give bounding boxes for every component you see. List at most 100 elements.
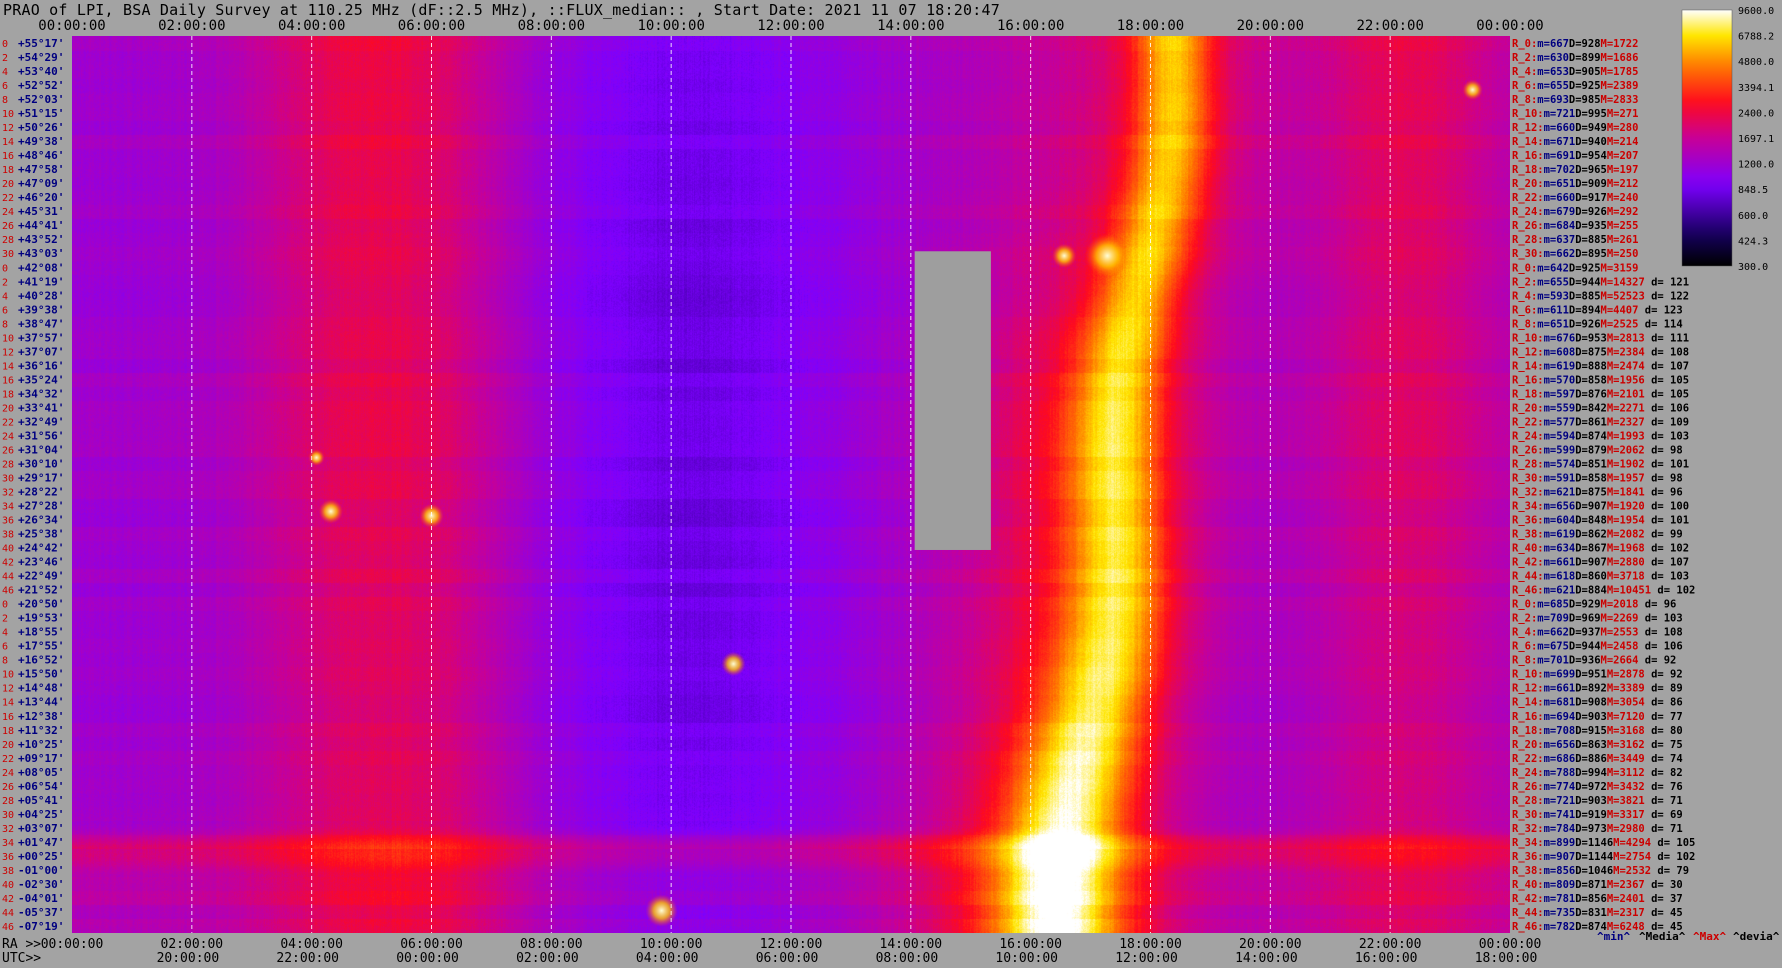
beam-stats-row: R_22:m=577D=861M=2327 d= 109 xyxy=(1512,416,1689,428)
declination-label: +51°15' xyxy=(18,107,64,120)
declination-label: +32°49' xyxy=(18,415,64,428)
beam-stats-row: R_38:m=619D=862M=2082 d= 99 xyxy=(1512,529,1683,541)
x-top-tick-label: 18:00:00 xyxy=(1117,18,1184,34)
beam-number: 24 xyxy=(2,207,14,218)
beam-stats-row: R_14:m=619D=888M=2474 d= 107 xyxy=(1512,360,1689,372)
colorbar-tick-label: 424.3 xyxy=(1738,236,1768,247)
x-top-tick-label: 00:00:00 xyxy=(1476,18,1543,34)
beam-number: 16 xyxy=(2,151,14,162)
beam-stats-row: R_6:m=675D=944M=2458 d= 106 xyxy=(1512,641,1683,653)
beam-stats-row: R_22:m=686D=886M=3449 d= 74 xyxy=(1512,753,1683,765)
declination-label: +10°25' xyxy=(18,738,64,751)
beam-number: 18 xyxy=(2,726,14,737)
x-top-tick-label: 04:00:00 xyxy=(278,18,345,34)
colorbar-tick-label: 4800.0 xyxy=(1738,57,1774,68)
x-top-tick-label: 02:00:00 xyxy=(158,18,225,34)
declination-label: +01°47' xyxy=(18,836,64,849)
colorbar-tick-label: 600.0 xyxy=(1738,211,1768,222)
beam-stats-row: R_34:m=656D=907M=1920 d= 100 xyxy=(1512,501,1689,513)
x-top-tick-label: 16:00:00 xyxy=(997,18,1064,34)
stats-legend-item: ^Media^ xyxy=(1639,930,1686,943)
beam-number: 16 xyxy=(2,712,14,723)
beam-stats-row: R_32:m=784D=973M=2980 d= 71 xyxy=(1512,823,1683,835)
beam-number: 0 xyxy=(2,263,8,274)
beam-stats-row: R_10:m=699D=951M=2878 d= 92 xyxy=(1512,669,1683,681)
ra-tick-label: 00:00:00 xyxy=(1479,937,1542,952)
utc-tick-label: 02:00:00 xyxy=(516,951,579,966)
declination-label: +44°41' xyxy=(18,219,64,232)
ra-tick-label: 22:00:00 xyxy=(1359,937,1422,952)
beam-number: 14 xyxy=(2,698,14,709)
declination-label: +17°55' xyxy=(18,640,64,653)
beam-stats-row: R_6:m=655D=925M=2389 xyxy=(1512,80,1638,92)
colorbar-tick-label: 300.0 xyxy=(1738,262,1768,273)
x-top-tick-label: 10:00:00 xyxy=(637,18,704,34)
beam-number: 42 xyxy=(2,894,14,905)
beam-stats-row: R_22:m=660D=917M=240 xyxy=(1512,192,1638,204)
beam-number: 28 xyxy=(2,235,14,246)
beam-stats-row: R_4:m=653D=905M=1785 xyxy=(1512,66,1638,78)
stats-legend-item: ^Max^ xyxy=(1693,930,1726,943)
beam-stats-row: R_30:m=741D=919M=3317 d= 69 xyxy=(1512,809,1683,821)
beam-number: 36 xyxy=(2,852,14,863)
declination-label: +04°25' xyxy=(18,808,64,821)
beam-stats-row: R_24:m=594D=874M=1993 d= 103 xyxy=(1512,430,1689,442)
beam-stats-row: R_16:m=694D=903M=7120 d= 77 xyxy=(1512,711,1683,723)
beam-stats-row: R_26:m=774D=972M=3432 d= 76 xyxy=(1512,781,1683,793)
beam-number: 32 xyxy=(2,824,14,835)
colorbar-tick-label: 2400.0 xyxy=(1738,108,1774,119)
beam-number: 22 xyxy=(2,193,14,204)
beam-number: 0 xyxy=(2,600,8,611)
beam-number: 4 xyxy=(2,291,8,302)
declination-label: +38°47' xyxy=(18,317,64,330)
declination-label: +42°08' xyxy=(18,261,64,274)
beam-stats-row: R_26:m=684D=935M=255 xyxy=(1512,220,1638,232)
beam-stats-row: R_2:m=709D=969M=2269 d= 103 xyxy=(1512,613,1683,625)
declination-label: +52°52' xyxy=(18,79,64,92)
beam-stats-row: R_42:m=661D=907M=2880 d= 107 xyxy=(1512,557,1689,569)
beam-number: 2 xyxy=(2,614,8,625)
beam-stats-row: R_40:m=634D=867M=1968 d= 102 xyxy=(1512,543,1689,555)
beam-number: 20 xyxy=(2,740,14,751)
x-top-tick-label: 14:00:00 xyxy=(877,18,944,34)
beam-number: 2 xyxy=(2,277,8,288)
colorbar-tick-label: 6788.2 xyxy=(1738,32,1774,43)
beam-number: 6 xyxy=(2,305,8,316)
declination-label: +06°54' xyxy=(18,780,64,793)
colorbar-tick-label: 1200.0 xyxy=(1738,160,1774,171)
declination-label: +50°26' xyxy=(18,121,64,134)
beam-number: 20 xyxy=(2,179,14,190)
declination-label: +14°48' xyxy=(18,682,64,695)
beam-number: 12 xyxy=(2,123,14,134)
ra-tick-label: 12:00:00 xyxy=(760,937,823,952)
beam-stats-row: R_46:m=621D=884M=10451 d= 102 xyxy=(1512,585,1695,597)
declination-label: +33°41' xyxy=(18,401,64,414)
beam-number: 18 xyxy=(2,165,14,176)
beam-stats-row: R_20:m=651D=909M=212 xyxy=(1512,178,1638,190)
beam-stats-row: R_8:m=701D=936M=2664 d= 92 xyxy=(1512,655,1676,667)
beam-number: 22 xyxy=(2,417,14,428)
declination-label: +27°28' xyxy=(18,500,64,513)
declination-label: +43°52' xyxy=(18,233,64,246)
beam-stats-row: R_28:m=721D=903M=3821 d= 71 xyxy=(1512,795,1683,807)
beam-number: 34 xyxy=(2,502,14,513)
beam-number: 18 xyxy=(2,389,14,400)
beam-number: 24 xyxy=(2,431,14,442)
beam-number: 10 xyxy=(2,333,14,344)
beam-stats-row: R_40:m=809D=871M=2367 d= 30 xyxy=(1512,879,1683,891)
colorbar-tick-label: 848.5 xyxy=(1738,185,1768,196)
x-top-tick-label: 06:00:00 xyxy=(398,18,465,34)
beam-number: 44 xyxy=(2,908,14,919)
data-gap xyxy=(914,251,991,550)
beam-stats-row: R_12:m=660D=949M=280 xyxy=(1512,122,1638,134)
beam-stats-row: R_16:m=570D=858M=1956 d= 105 xyxy=(1512,374,1689,386)
declination-label: +21°52' xyxy=(18,584,64,597)
beam-number: 38 xyxy=(2,530,14,541)
beam-stats-row: R_2:m=655D=944M=14327 d= 121 xyxy=(1512,276,1689,288)
declination-label: +15°50' xyxy=(18,668,64,681)
declination-label: +40°28' xyxy=(18,289,64,302)
utc-tick-label: 18:00:00 xyxy=(1475,951,1538,966)
declination-label: +13°44' xyxy=(18,696,64,709)
beam-stats-row: R_0:m=667D=928M=1722 xyxy=(1512,38,1638,50)
declination-label: -05°37' xyxy=(18,906,64,919)
